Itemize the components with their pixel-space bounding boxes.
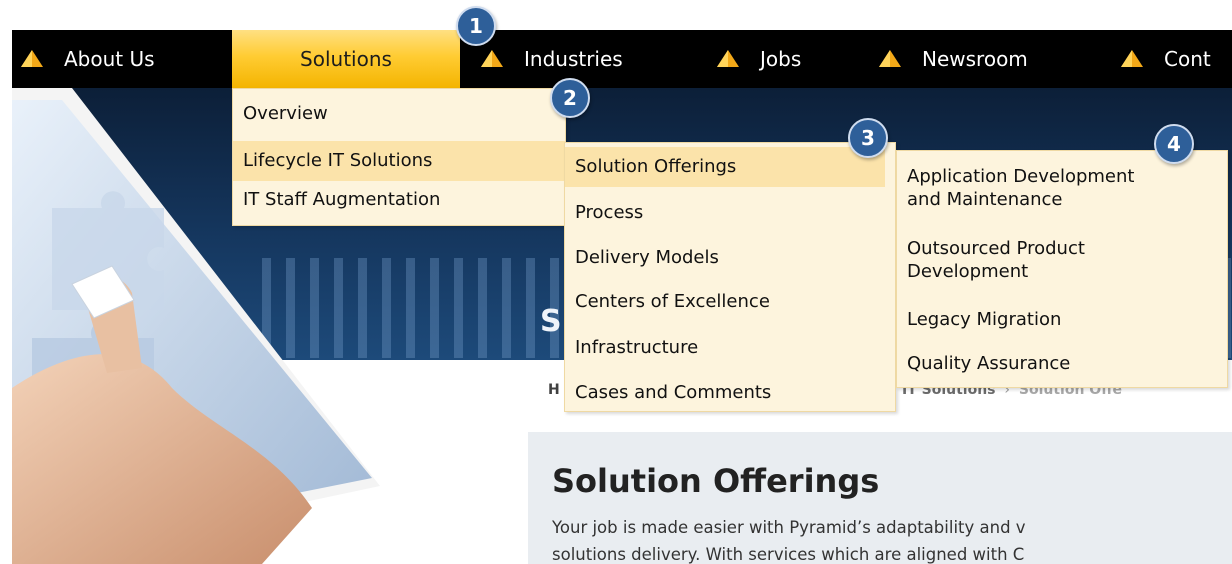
main-nav: About Us Solutions Industries Jobs Newsr… xyxy=(12,30,1232,88)
nav-label: About Us xyxy=(64,47,155,71)
menu-item-delivery-models[interactable]: Delivery Models xyxy=(565,240,885,276)
nav-industries[interactable]: Industries xyxy=(480,30,623,88)
breadcrumb: H xyxy=(548,382,560,398)
callout-2: 2 xyxy=(550,78,590,118)
menu-item-legacy-migration[interactable]: Legacy Migration xyxy=(897,305,1227,335)
callout-3: 3 xyxy=(848,118,888,158)
menu-item-application-development[interactable]: Application Development and Maintenance xyxy=(897,165,1227,215)
nav-label: Newsroom xyxy=(922,47,1028,71)
menu-item-process[interactable]: Process xyxy=(565,195,885,231)
intro-paragraph: Your job is made easier with Pyramid’s a… xyxy=(552,514,1232,564)
nav-about-us[interactable]: About Us xyxy=(20,30,155,88)
breadcrumb-home[interactable]: H xyxy=(548,382,560,398)
menu-item-solution-offerings[interactable]: Solution Offerings xyxy=(565,147,885,187)
menu-item-lifecycle-it-solutions[interactable]: Lifecycle IT Solutions xyxy=(233,141,565,181)
nav-newsroom[interactable]: Newsroom xyxy=(878,30,1028,88)
menu-item-line: Application Development xyxy=(907,166,1135,187)
menu-item-line: Outsourced Product xyxy=(907,238,1085,259)
intro-line-1: Your job is made easier with Pyramid’s a… xyxy=(552,518,1026,537)
nav-solutions[interactable]: Solutions xyxy=(232,30,460,88)
menu-item-overview[interactable]: Overview xyxy=(233,99,565,129)
hero-heading: S xyxy=(540,304,562,339)
menu-item-cases-and-comments[interactable]: Cases and Comments xyxy=(565,375,885,411)
callout-4: 4 xyxy=(1154,124,1194,164)
lifecycle-submenu: Solution Offerings Process Delivery Mode… xyxy=(564,142,896,412)
menu-item-infrastructure[interactable]: Infrastructure xyxy=(565,330,885,366)
menu-item-quality-assurance[interactable]: Quality Assurance xyxy=(897,349,1227,379)
menu-item-line: Development xyxy=(907,261,1029,282)
menu-item-outsourced-product-development[interactable]: Outsourced Product Development xyxy=(897,237,1227,287)
content-panel: Solution Offerings Your job is made easi… xyxy=(528,432,1232,564)
pyramid-icon xyxy=(717,50,739,67)
menu-item-it-staff-augmentation[interactable]: IT Staff Augmentation xyxy=(233,185,565,215)
intro-line-2: solutions delivery. With services which … xyxy=(552,545,1025,564)
offerings-submenu: Application Development and Maintenance … xyxy=(896,150,1228,388)
pyramid-icon xyxy=(21,50,43,67)
pyramid-icon xyxy=(1121,50,1143,67)
menu-item-line: and Maintenance xyxy=(907,189,1063,210)
nav-contact[interactable]: Cont xyxy=(1120,30,1211,88)
pyramid-icon xyxy=(481,50,503,67)
menu-item-centers-of-excellence[interactable]: Centers of Excellence xyxy=(565,284,885,320)
page-title: Solution Offerings xyxy=(552,462,880,500)
nav-label: Jobs xyxy=(760,47,802,71)
solutions-menu: Overview Lifecycle IT Solutions IT Staff… xyxy=(232,88,566,226)
callout-1: 1 xyxy=(456,6,496,46)
nav-jobs[interactable]: Jobs xyxy=(716,30,801,88)
nav-label: Cont xyxy=(1164,47,1211,71)
pyramid-icon xyxy=(879,50,901,67)
nav-label: Solutions xyxy=(300,47,392,71)
nav-label: Industries xyxy=(524,47,623,71)
